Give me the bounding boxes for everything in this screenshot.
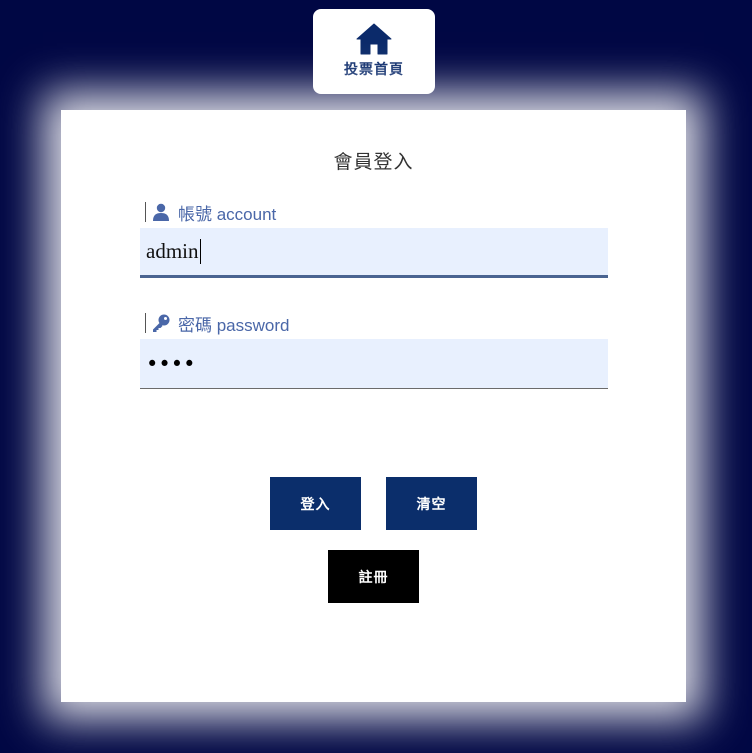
account-label: 帳號 account [145,201,277,224]
label-divider [145,202,146,222]
password-input-value: •••• [146,351,196,376]
account-input[interactable]: admin [140,228,608,278]
account-label-text: 帳號 account [178,204,277,224]
account-input-value: admin [146,239,199,263]
home-icon [356,23,392,55]
text-caret [199,239,201,264]
login-button[interactable]: 登入 [270,477,361,530]
password-label: 密碼 password [145,312,290,335]
page-title: 會員登入 [333,151,414,173]
home-button[interactable]: 投票首頁 [313,9,435,94]
register-button[interactable]: 註冊 [328,550,419,603]
clear-button[interactable]: 清空 [386,477,477,530]
key-icon [153,314,170,332]
home-button-label: 投票首頁 [344,62,404,78]
user-icon [153,203,169,221]
login-card: 會員登入 帳號 account admin 密碼 password •••• 登… [61,110,686,702]
password-label-text: 密碼 password [178,315,290,335]
label-divider [145,313,146,333]
password-input[interactable]: •••• [140,339,608,389]
